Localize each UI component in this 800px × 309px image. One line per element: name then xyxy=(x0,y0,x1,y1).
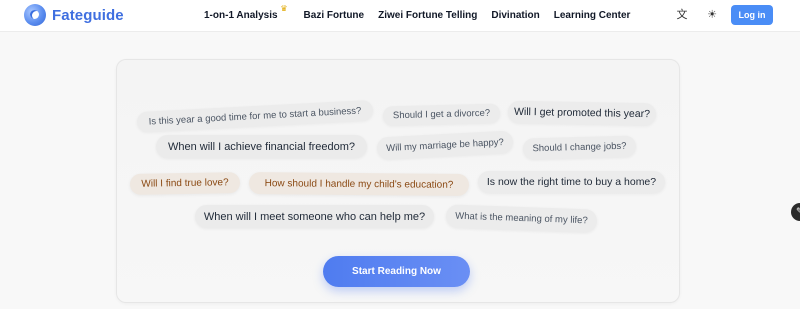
nav-item-learning-center[interactable]: Learning Center xyxy=(554,10,631,21)
main-menu: 1-on-1 Analysis ♛ Bazi Fortune Ziwei For… xyxy=(204,0,630,31)
start-reading-button[interactable]: Start Reading Now xyxy=(323,256,470,287)
chat-icon: ✎ xyxy=(796,206,800,216)
nav-item-1-on-1-analysis[interactable]: 1-on-1 Analysis ♛ xyxy=(204,4,288,21)
nav-item-label: 1-on-1 Analysis xyxy=(204,10,278,21)
top-navbar: Fateguide 1-on-1 Analysis ♛ Bazi Fortune… xyxy=(0,0,800,32)
question-chip[interactable]: Is now the right time to buy a home? xyxy=(478,171,665,193)
nav-item-bazi-fortune[interactable]: Bazi Fortune xyxy=(304,10,365,21)
nav-item-divination[interactable]: Divination xyxy=(491,10,539,21)
brand-logo[interactable]: Fateguide xyxy=(24,4,124,26)
translate-icon[interactable]: 文 xyxy=(675,8,689,22)
question-chip[interactable]: How should I handle my child's education… xyxy=(248,172,470,196)
question-chip[interactable]: Will I find true love? xyxy=(129,172,241,195)
nav-item-ziwei-fortune-telling[interactable]: Ziwei Fortune Telling xyxy=(378,10,477,21)
question-chip[interactable]: When will I meet someone who can help me… xyxy=(195,205,434,228)
crown-icon: ♛ xyxy=(280,4,288,13)
sun-icon[interactable]: ☀ xyxy=(705,8,719,22)
logo-mark-icon xyxy=(24,4,46,26)
question-chip[interactable]: Should I get a divorce? xyxy=(382,103,501,126)
question-chip[interactable]: Will I get promoted this year? xyxy=(507,100,657,126)
floating-chat-button[interactable]: ✎ xyxy=(791,203,800,221)
question-chip[interactable]: Should I change jobs? xyxy=(522,135,637,160)
question-chip[interactable]: When will I achieve financial freedom? xyxy=(156,135,367,158)
login-button[interactable]: Log in xyxy=(731,5,773,25)
brand-name: Fateguide xyxy=(52,6,124,24)
